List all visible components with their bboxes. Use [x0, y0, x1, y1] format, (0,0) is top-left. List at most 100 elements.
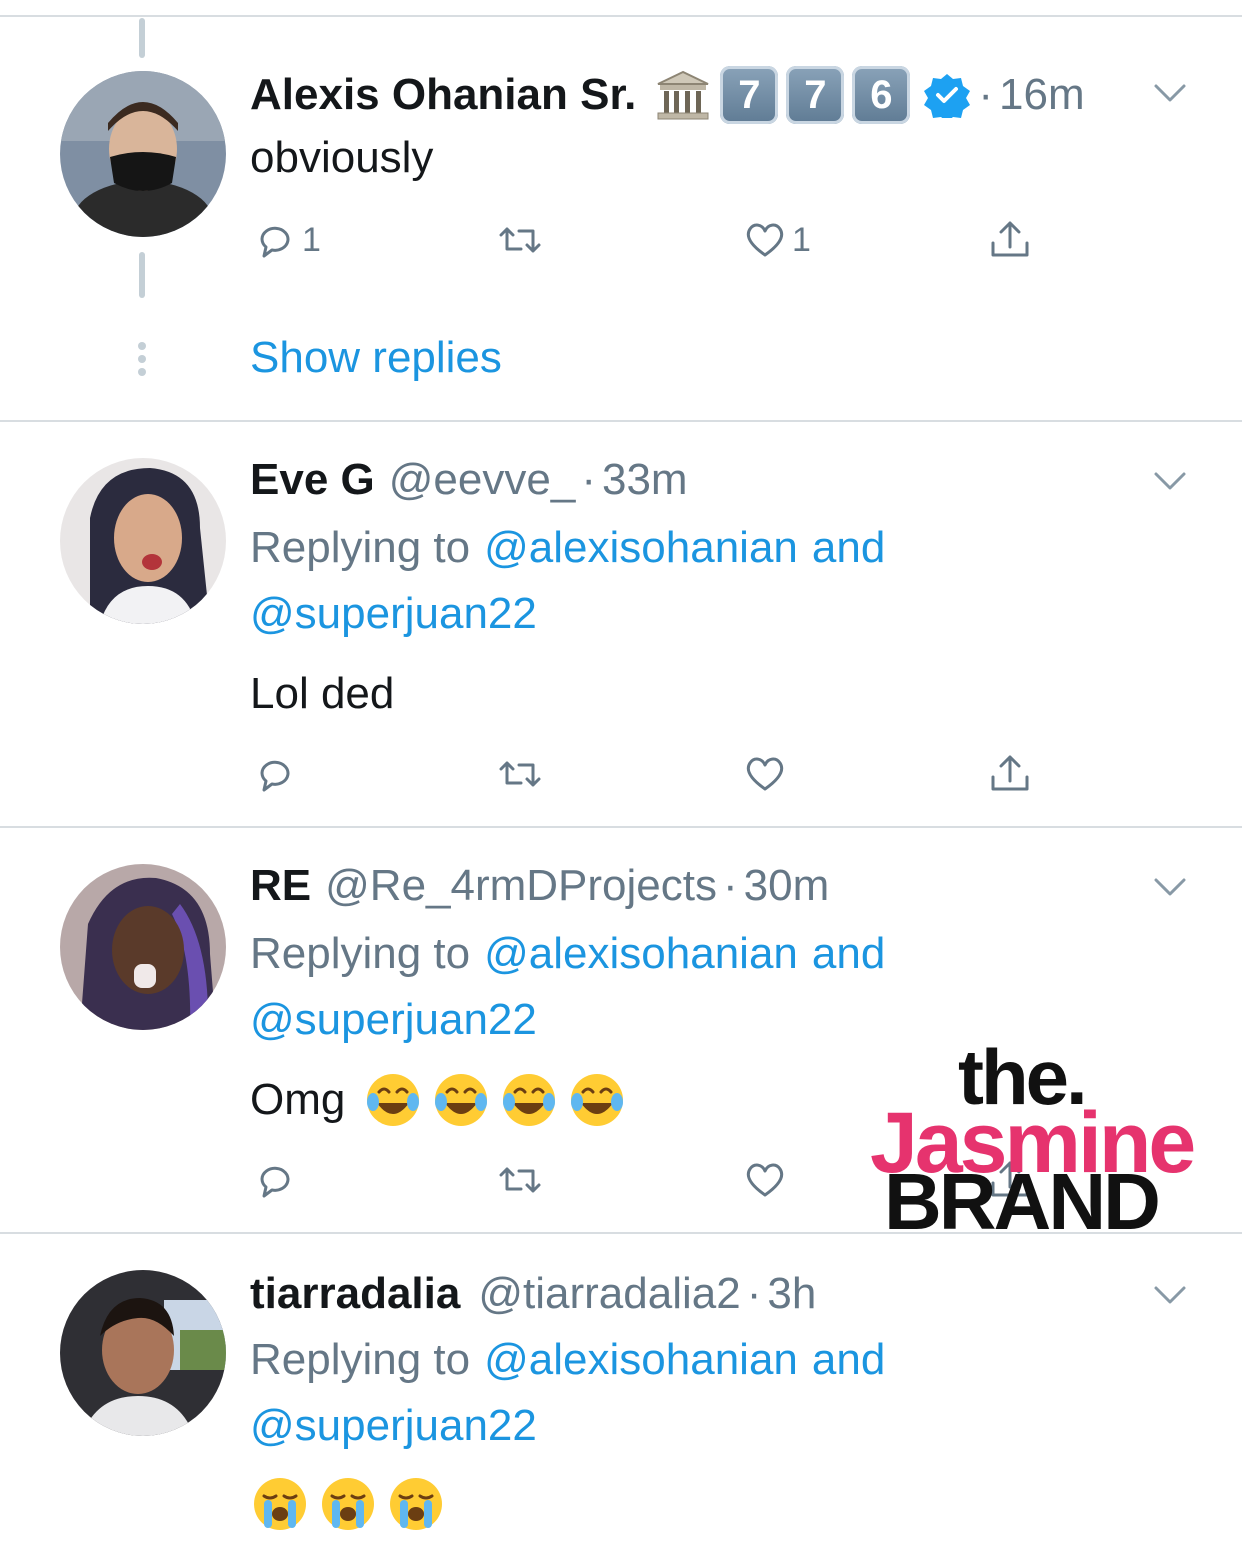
display-name[interactable]: Eve G: [250, 454, 375, 506]
display-name[interactable]: RE: [250, 860, 311, 912]
tweet-text: obviously: [250, 133, 434, 182]
like-button[interactable]: [740, 746, 790, 802]
timestamp[interactable]: 33m: [602, 454, 688, 506]
retweet-button[interactable]: [495, 746, 545, 802]
tweet-text: Lol ded: [250, 669, 395, 718]
separator-dot: ·: [746, 1269, 762, 1318]
chevron-down-icon[interactable]: [1150, 1280, 1190, 1310]
display-name[interactable]: tiarradalia: [250, 1268, 460, 1320]
replying-to: Replying to @alexisohanian and: [250, 928, 885, 980]
heart-icon: [746, 757, 784, 791]
keycap-digit-badge: 7: [786, 66, 845, 124]
display-name[interactable]: Alexis Ohanian Sr.: [250, 69, 636, 121]
reply-button[interactable]: [250, 1152, 300, 1208]
mention-link[interactable]: @alexisohanian: [484, 928, 798, 980]
mention-link[interactable]: @superjuan22: [250, 588, 537, 640]
tweet-header: Eve G @eevve_ · 33m: [250, 454, 688, 506]
tweet-divider: [0, 826, 1242, 828]
reply-count: 1: [302, 220, 321, 259]
user-handle[interactable]: @Re_4rmDProjects: [325, 860, 717, 912]
separator-dot: ·: [978, 70, 994, 119]
like-button[interactable]: [740, 1152, 790, 1208]
avatar[interactable]: [60, 71, 226, 237]
reply-button[interactable]: [250, 746, 300, 802]
tweet-header: tiarradalia @tiarradalia2 · 3h: [250, 1268, 816, 1320]
like-button[interactable]: 1: [740, 212, 811, 268]
reply-button[interactable]: 1: [250, 212, 321, 268]
avatar[interactable]: [60, 1270, 226, 1436]
tweet-actions: 1 1: [250, 212, 1070, 268]
retweet-button[interactable]: [495, 212, 545, 268]
avatar[interactable]: [60, 458, 226, 624]
heart-icon: [746, 223, 784, 257]
thread-line-bottom: [139, 252, 145, 298]
replying-to-line2: @superjuan22: [250, 994, 537, 1046]
timestamp[interactable]: 3h: [767, 1268, 816, 1320]
mention-link[interactable]: @superjuan22: [250, 1400, 537, 1452]
replying-to-line2: @superjuan22: [250, 1400, 537, 1452]
replying-and[interactable]: and: [812, 522, 885, 574]
replying-and[interactable]: and: [812, 1334, 885, 1386]
mention-link[interactable]: @alexisohanian: [484, 1334, 798, 1386]
avatar[interactable]: [60, 864, 226, 1030]
retweet-button[interactable]: [495, 1152, 545, 1208]
heart-icon: [746, 1163, 784, 1197]
replying-to: Replying to @alexisohanian and: [250, 522, 885, 574]
timestamp[interactable]: 16m: [999, 69, 1085, 121]
replying-to-label: Replying to: [250, 1335, 471, 1384]
top-divider: [0, 15, 1242, 17]
chevron-down-icon[interactable]: [1150, 78, 1190, 108]
separator-dot: ·: [723, 861, 738, 910]
tweet-divider: [0, 420, 1242, 422]
like-count: 1: [792, 220, 811, 259]
tweet-text: Omg: [250, 1075, 346, 1124]
chevron-down-icon[interactable]: [1150, 872, 1190, 902]
timestamp[interactable]: 30m: [744, 860, 830, 912]
reply-icon: [260, 1166, 290, 1198]
tweet-actions: [250, 746, 1070, 802]
avatar-alexis-image: [60, 71, 226, 237]
separator-dot: ·: [581, 455, 596, 504]
tweet-header: Alexis Ohanian Sr. 7 7 6 · 16m: [250, 66, 1085, 124]
reply-icon: [260, 760, 290, 792]
loudly-crying-face-icon: [254, 1478, 306, 1530]
share-button[interactable]: [985, 746, 1035, 802]
keycap-digit-badge: 6: [852, 66, 911, 124]
show-replies-link[interactable]: Show replies: [250, 330, 502, 386]
face-with-tears-of-joy-icon: [503, 1074, 556, 1126]
user-handle[interactable]: @tiarradalia2: [478, 1268, 740, 1320]
watermark-brand: BRAND: [884, 1157, 1161, 1246]
face-with-tears-of-joy-icon: [571, 1074, 624, 1126]
user-handle[interactable]: @eevve_: [389, 454, 576, 506]
replying-to-label: Replying to: [250, 523, 471, 572]
tweet-header: RE @Re_4rmDProjects · 30m: [250, 860, 829, 912]
share-button[interactable]: [985, 212, 1035, 268]
chevron-down-icon[interactable]: [1150, 466, 1190, 496]
replying-to-label: Replying to: [250, 929, 471, 978]
face-with-tears-of-joy-icon: [435, 1074, 488, 1126]
replying-to: Replying to @alexisohanian and: [250, 1334, 885, 1386]
avatar-re-image: [60, 864, 226, 1030]
loudly-crying-face-icon: [390, 1478, 442, 1530]
share-icon: [991, 755, 1029, 791]
retweet-icon: [499, 1167, 541, 1193]
tweet-divider: [0, 1232, 1242, 1234]
replying-and[interactable]: and: [812, 928, 885, 980]
keycap-digit-badge: 7: [720, 66, 779, 124]
face-with-tears-of-joy-icon: [367, 1074, 420, 1126]
mention-link[interactable]: @alexisohanian: [484, 522, 798, 574]
tweet-text-row: Omg: [250, 1070, 635, 1130]
more-replies-dots-icon: [136, 342, 148, 378]
tweet-text-row: [250, 1474, 454, 1534]
share-icon: [991, 221, 1029, 257]
mention-link[interactable]: @superjuan22: [250, 994, 537, 1046]
classical-building-icon: [657, 70, 709, 120]
reply-icon: [260, 226, 290, 258]
replying-to-line2: @superjuan22: [250, 588, 537, 640]
verified-badge-icon: [924, 74, 971, 118]
avatar-tiarradalia-image: [60, 1270, 226, 1436]
retweet-icon: [499, 761, 541, 787]
avatar-eve-image: [60, 458, 226, 624]
loudly-crying-face-icon: [322, 1478, 374, 1530]
thread-line-top: [139, 18, 145, 58]
